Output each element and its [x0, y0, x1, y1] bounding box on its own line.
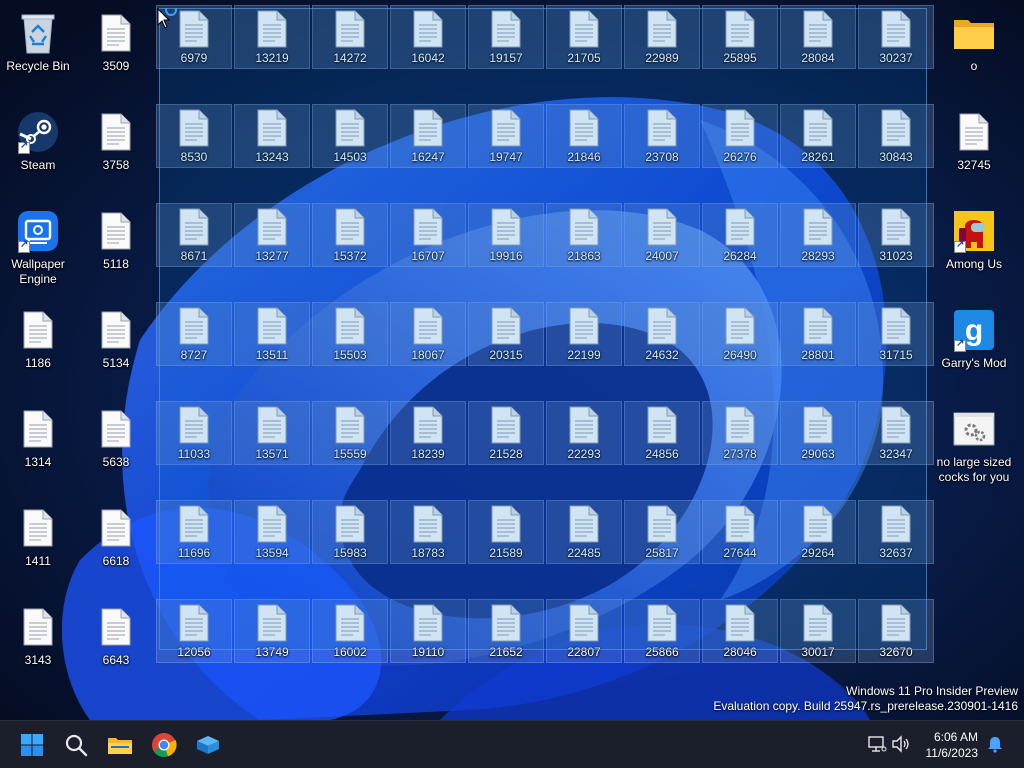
recycle-bin-icon — [14, 11, 62, 55]
desktop-icon-3143[interactable]: 3143 — [0, 599, 76, 691]
desktop-icon-steam[interactable]: Steam — [0, 104, 76, 196]
mouse-cursor-icon — [157, 8, 177, 29]
desktop-icon-label: 5638 — [102, 455, 130, 469]
file-icon — [14, 506, 62, 550]
desktop-icon-label: 3509 — [102, 59, 130, 73]
desktop-icon-5638[interactable]: 5638 — [78, 401, 154, 493]
desktop-icon-1314[interactable]: 1314 — [0, 401, 76, 493]
clock[interactable]: 6:06 AM 11/6/2023 — [926, 729, 979, 761]
watermark-edition: Windows 11 Pro Insider Preview — [846, 684, 1018, 698]
desktop-icon-3758[interactable]: 3758 — [78, 104, 154, 196]
chrome-icon — [152, 733, 177, 757]
garrys-mod-icon: g — [950, 308, 998, 352]
desktop-icon-label: 6618 — [102, 554, 130, 568]
desktop-icon-32745[interactable]: 32745 — [936, 104, 1012, 196]
desktop-icon-label: 1314 — [24, 455, 52, 469]
among-us-icon — [950, 209, 998, 253]
desktop-icon-label: 3143 — [24, 653, 52, 667]
desktop-icon-label: 1186 — [25, 356, 51, 370]
shortcut-arrow-icon — [18, 140, 30, 154]
desktop-icon-label: Garry's Mod — [941, 356, 1007, 370]
file-icon — [92, 110, 140, 154]
file-icon — [92, 308, 140, 352]
search-button[interactable] — [56, 725, 96, 765]
desktop-icon-label: Recycle Bin — [6, 59, 70, 73]
desktop-icon-label: 5134 — [102, 356, 130, 370]
desktop-icon-label: 5118 — [103, 257, 129, 271]
desktop-icon-1411[interactable]: 1411 — [0, 500, 76, 592]
shortcut-arrow-icon — [18, 239, 30, 253]
desktop-icon-label: o — [970, 59, 978, 73]
desktop[interactable]: Recycle Bin Steam Wallpaper Engine 1186 1314… — [0, 0, 1024, 720]
search-icon — [65, 734, 88, 757]
file-icon — [92, 407, 140, 451]
desktop-icon-garry-s-mod[interactable]: g Garry's Mod — [936, 302, 1012, 394]
chrome-button[interactable] — [144, 725, 184, 765]
shortcut-arrow-icon — [954, 239, 966, 253]
wallpaper-engine-icon — [14, 209, 62, 253]
file-icon — [14, 308, 62, 352]
desktop-icon-label: no large sized cocks for you — [936, 455, 1012, 484]
folder-icon — [950, 11, 998, 55]
file-icon — [92, 605, 140, 649]
volume-icon[interactable] — [890, 733, 912, 755]
file-icon — [14, 605, 62, 649]
clock-time: 6:06 AM — [933, 730, 978, 744]
desktop-icon-label: 3758 — [102, 158, 130, 172]
desktop-icon-label: 6643 — [102, 653, 130, 667]
desktop-icon-label: Steam — [20, 158, 56, 172]
start-button[interactable] — [12, 725, 52, 765]
desktop-icon-1186[interactable]: 1186 — [0, 302, 76, 394]
desktop-icon-6618[interactable]: 6618 — [78, 500, 154, 592]
os-watermark: Windows 11 Pro Insider Preview Evaluatio… — [713, 684, 1018, 714]
network-icon[interactable] — [866, 733, 888, 755]
desktop-icon-5118[interactable]: 5118 — [78, 203, 154, 295]
svg-text:g: g — [965, 314, 983, 347]
watermark-build: Evaluation copy. Build 25947.rs_prerelea… — [713, 699, 1018, 713]
desktop-icon-6643[interactable]: 6643 — [78, 599, 154, 691]
desktop-icon-5134[interactable]: 5134 — [78, 302, 154, 394]
sandbox-button[interactable] — [188, 725, 228, 765]
desktop-icon-label: 1411 — [25, 554, 51, 568]
desktop-icon-3509[interactable]: 3509 — [78, 5, 154, 97]
steam-icon — [14, 110, 62, 154]
shortcut-arrow-icon — [954, 338, 966, 352]
file-icon — [14, 407, 62, 451]
file-icon — [92, 11, 140, 55]
file-icon — [92, 209, 140, 253]
desktop-icon-label: Among Us — [945, 257, 1003, 271]
selection-rectangle — [159, 8, 927, 650]
desktop-icon-label: Wallpaper Engine — [11, 257, 65, 286]
desktop-icon-among-us[interactable]: Among Us — [936, 203, 1012, 295]
desktop-icon-o[interactable]: o — [936, 5, 1012, 97]
file-icon — [950, 110, 998, 154]
clock-date: 11/6/2023 — [925, 746, 979, 760]
desktop-icon-recycle-bin[interactable]: Recycle Bin — [0, 5, 76, 97]
desktop-icon-no-large-sized-cocks-for-you[interactable]: no large sized cocks for you — [936, 401, 1012, 493]
folder-icon — [108, 738, 132, 754]
taskbar: 6:06 AM 11/6/2023 — [0, 720, 1024, 768]
desktop-icon-wallpaper-engine[interactable]: Wallpaper Engine — [0, 203, 76, 295]
settings-file-icon — [950, 407, 998, 451]
windows-logo-icon — [21, 734, 43, 756]
notification-bell-icon[interactable] — [984, 733, 1006, 755]
file-explorer-button[interactable] — [100, 725, 140, 765]
sandbox-icon — [197, 736, 219, 754]
file-icon — [92, 506, 140, 550]
desktop-icon-label: 32745 — [957, 158, 991, 172]
